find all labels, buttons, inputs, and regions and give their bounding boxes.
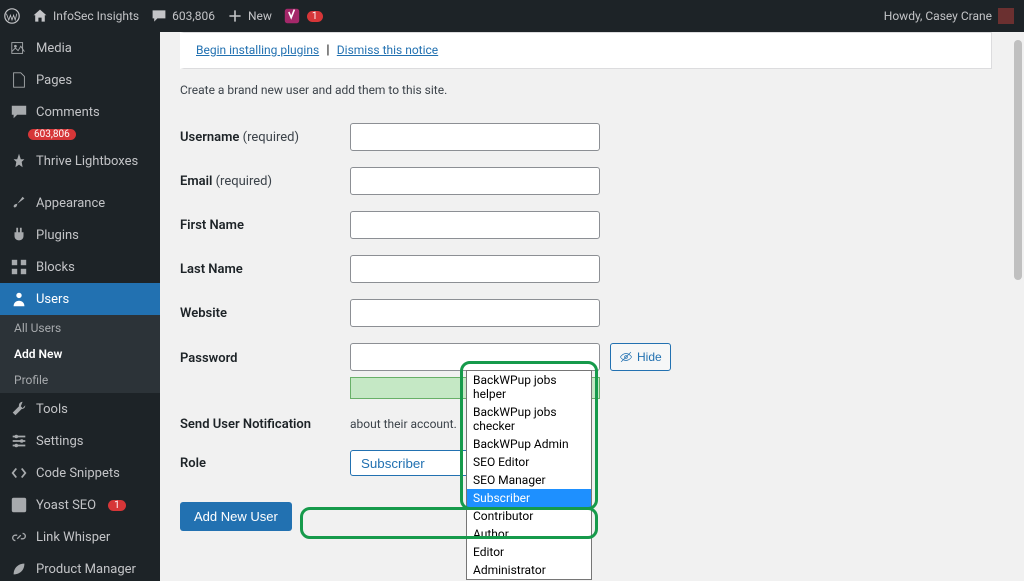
scrollbar[interactable] [1014,40,1022,280]
submenu-all-users[interactable]: All Users [0,315,160,341]
leaf-icon [10,560,28,578]
comments-count-badge: 603,806 [28,129,76,140]
role-label: Role [180,456,206,471]
role-option[interactable]: Editor [467,543,591,561]
email-input[interactable] [350,167,600,195]
users-icon [10,290,28,308]
firstname-label: First Name [180,218,244,233]
intro-text: Create a brand new user and add them to … [180,83,992,97]
role-dropdown-list: BackWPup jobs helper BackWPup jobs check… [466,370,592,580]
menu-pages[interactable]: Pages [0,64,160,96]
adminbar-new-label: New [248,9,272,23]
menu-comments-count-row: 603,806 [0,126,160,141]
submenu-profile[interactable]: Profile [0,367,160,393]
adminbar-new[interactable]: New [227,8,272,24]
role-option[interactable]: BackWPup jobs helper [467,371,591,403]
adminbar-yoast[interactable]: 1 [284,8,323,24]
email-label: Email [180,174,212,189]
hide-password-button[interactable]: Hide [610,343,671,371]
adminbar-comments[interactable]: 603,806 [151,8,215,24]
home-icon [32,8,48,24]
plugin-notice: Begin installing plugins | Dismiss this … [180,32,992,69]
menu-media[interactable]: Media [0,32,160,64]
menu-product-manager[interactable]: Product Manager [0,553,160,581]
code-icon [10,464,28,482]
submenu-add-new[interactable]: Add New [0,341,160,367]
role-option[interactable]: Administrator [467,561,591,579]
media-icon [10,39,28,57]
pin-icon [10,152,28,170]
menu-appearance[interactable]: Appearance [0,187,160,219]
avatar [998,8,1014,24]
yoast-icon [284,8,300,24]
website-label: Website [180,306,227,321]
menu-users[interactable]: Users [0,283,160,315]
dismiss-notice-link[interactable]: Dismiss this notice [337,43,438,57]
menu-code-snippets[interactable]: Code Snippets [0,457,160,489]
role-option[interactable]: Author [467,525,591,543]
add-new-user-button[interactable]: Add New User [180,502,292,531]
howdy-text: Howdy, Casey Crane [884,9,992,23]
firstname-input[interactable] [350,211,600,239]
begin-installing-link[interactable]: Begin installing plugins [196,43,319,57]
wrench-icon [10,400,28,418]
lastname-label: Last Name [180,262,243,277]
wp-logo[interactable] [4,8,20,24]
menu-tools[interactable]: Tools [0,393,160,425]
eye-slash-icon [619,350,633,364]
blocks-icon [10,258,28,276]
yoast-menu-icon [10,496,28,514]
brush-icon [10,194,28,212]
plug-icon [10,226,28,244]
admin-bar: InfoSec Insights 603,806 New 1 Howdy, Ca… [0,0,1024,32]
main-content: Begin installing plugins | Dismiss this … [160,32,1012,581]
menu-blocks[interactable]: Blocks [0,251,160,283]
link-icon [10,528,28,546]
notification-label: Send User Notification [180,417,311,432]
comment-icon [151,8,167,24]
role-option[interactable]: BackWPup jobs checker [467,403,591,435]
users-submenu: All Users Add New Profile [0,315,160,393]
lastname-input[interactable] [350,255,600,283]
adminbar-account[interactable]: Howdy, Casey Crane [884,8,1014,24]
yoast-badge-count: 1 [307,11,323,22]
website-input[interactable] [350,299,600,327]
admin-sidebar: Media Pages Comments 603,806 Thrive Ligh… [0,32,160,581]
adminbar-comments-count: 603,806 [172,9,215,23]
role-option[interactable]: SEO Editor [467,453,591,471]
notification-text: about their account. [350,417,457,431]
yoast-menu-count: 1 [108,500,126,511]
role-option[interactable]: Contributor [467,507,591,525]
password-input[interactable] [350,343,600,371]
pages-icon [10,71,28,89]
menu-link-whisper[interactable]: Link Whisper [0,521,160,553]
site-home-link[interactable]: InfoSec Insights [32,8,139,24]
menu-yoast-seo[interactable]: Yoast SEO1 [0,489,160,521]
plus-icon [227,8,243,24]
role-option[interactable]: SEO Manager [467,471,591,489]
role-option-selected[interactable]: Subscriber [467,489,591,507]
username-label: Username [180,130,239,145]
site-title: InfoSec Insights [53,9,139,23]
menu-comments[interactable]: Comments [0,96,160,128]
menu-thrive-lightboxes[interactable]: Thrive Lightboxes [0,145,160,177]
comments-icon [10,103,28,121]
username-input[interactable] [350,123,600,151]
role-option[interactable]: BackWPup Admin [467,435,591,453]
role-select[interactable]: Subscriber [350,450,480,476]
sliders-icon [10,432,28,450]
menu-settings[interactable]: Settings [0,425,160,457]
menu-plugins[interactable]: Plugins [0,219,160,251]
password-label: Password [180,351,237,366]
